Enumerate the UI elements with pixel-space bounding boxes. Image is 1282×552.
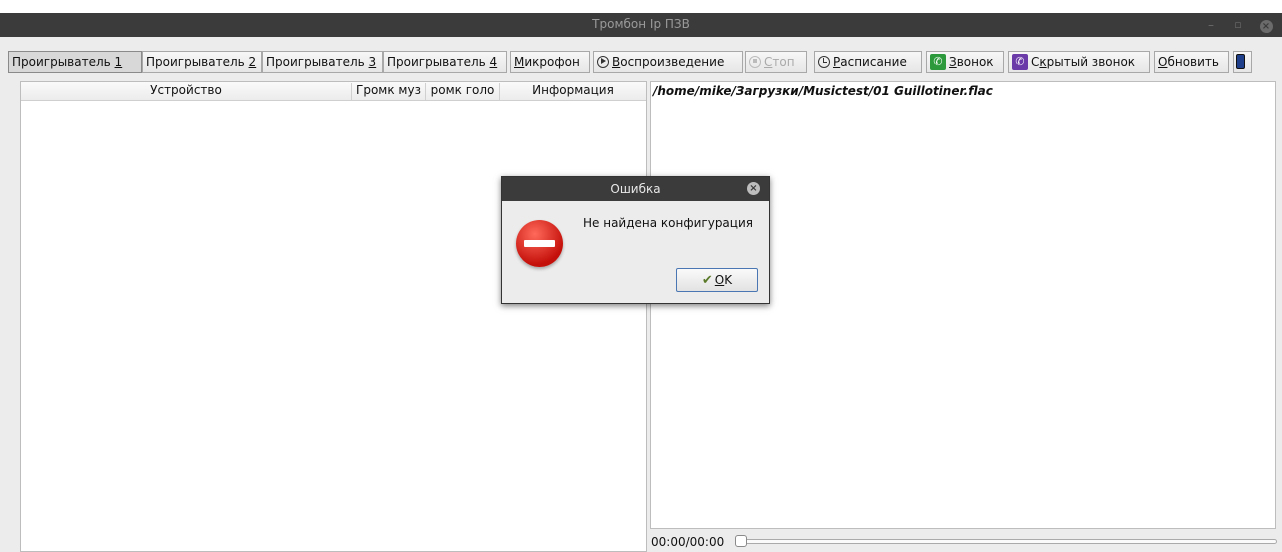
call-button[interactable]: ✆ Звонок [926, 51, 1004, 73]
maximize-button[interactable]: ▫ [1230, 17, 1246, 33]
stop-icon [749, 55, 761, 68]
player-2-button[interactable]: Проигрыватель 2 [142, 51, 262, 73]
player-3-button[interactable]: Проигрыватель 3 [262, 51, 383, 73]
hidden-call-button[interactable]: ✆ Скрытый звонок [1008, 51, 1150, 73]
seek-slider-handle[interactable] [735, 535, 747, 547]
refresh-button[interactable]: Обновить [1154, 51, 1229, 73]
device-table-header: Устройство Громк муз ромк голо Информаци… [21, 82, 646, 101]
play-icon [597, 55, 609, 68]
ok-button[interactable]: ✔ OK [676, 268, 758, 292]
schedule-button[interactable]: Расписание [814, 51, 922, 73]
current-file-path[interactable]: /home/mike/Загрузки/Musictest/01 Guillot… [653, 84, 993, 98]
playback-timeline: 00:00/00:00 [651, 534, 1281, 550]
device-table[interactable]: Устройство Громк муз ромк голо Информаци… [20, 81, 647, 552]
player-1-button[interactable]: Проигрыватель 1 [8, 51, 142, 73]
dialog-message: Не найдена конфигурация [583, 216, 753, 230]
mobile-phone-icon [1236, 54, 1245, 69]
top-strip [0, 0, 1282, 13]
stop-button[interactable]: Стоп [745, 51, 807, 73]
dialog-title: Ошибка [502, 177, 769, 201]
window-title: Тромбон Ip ПЗВ [592, 17, 690, 31]
clock-icon [818, 55, 830, 68]
error-icon [516, 220, 563, 267]
column-header-music-volume[interactable]: Громк муз [352, 83, 426, 100]
phone-icon: ✆ [930, 53, 946, 70]
time-readout: 00:00/00:00 [651, 535, 725, 549]
minimize-button[interactable]: – [1203, 17, 1219, 33]
phone-icon: ✆ [1012, 53, 1028, 70]
close-button[interactable]: × [1258, 17, 1274, 33]
column-header-info[interactable]: Информация [500, 83, 646, 100]
window-titlebar[interactable]: Тромбон Ip ПЗВ – ▫ × [0, 13, 1282, 37]
mobile-button[interactable] [1233, 51, 1252, 73]
dialog-close-button[interactable]: × [747, 182, 760, 195]
toolbar: Проигрыватель 1 Проигрыватель 2 Проигрыв… [8, 51, 1274, 73]
column-header-voice-volume[interactable]: ромк голо [426, 83, 500, 100]
play-button[interactable]: Воспроизведение [593, 51, 743, 73]
error-dialog: Ошибка × Не найдена конфигурация ✔ OK [501, 176, 770, 304]
checkmark-icon: ✔ [701, 273, 713, 288]
microphone-button[interactable]: Микрофон [510, 51, 590, 73]
playlist-panel[interactable]: /home/mike/Загрузки/Musictest/01 Guillot… [650, 81, 1276, 529]
close-icon: × [1259, 20, 1273, 33]
column-header-device[interactable]: Устройство [21, 83, 352, 100]
seek-slider[interactable] [737, 539, 1277, 544]
player-4-button[interactable]: Проигрыватель 4 [383, 51, 507, 73]
